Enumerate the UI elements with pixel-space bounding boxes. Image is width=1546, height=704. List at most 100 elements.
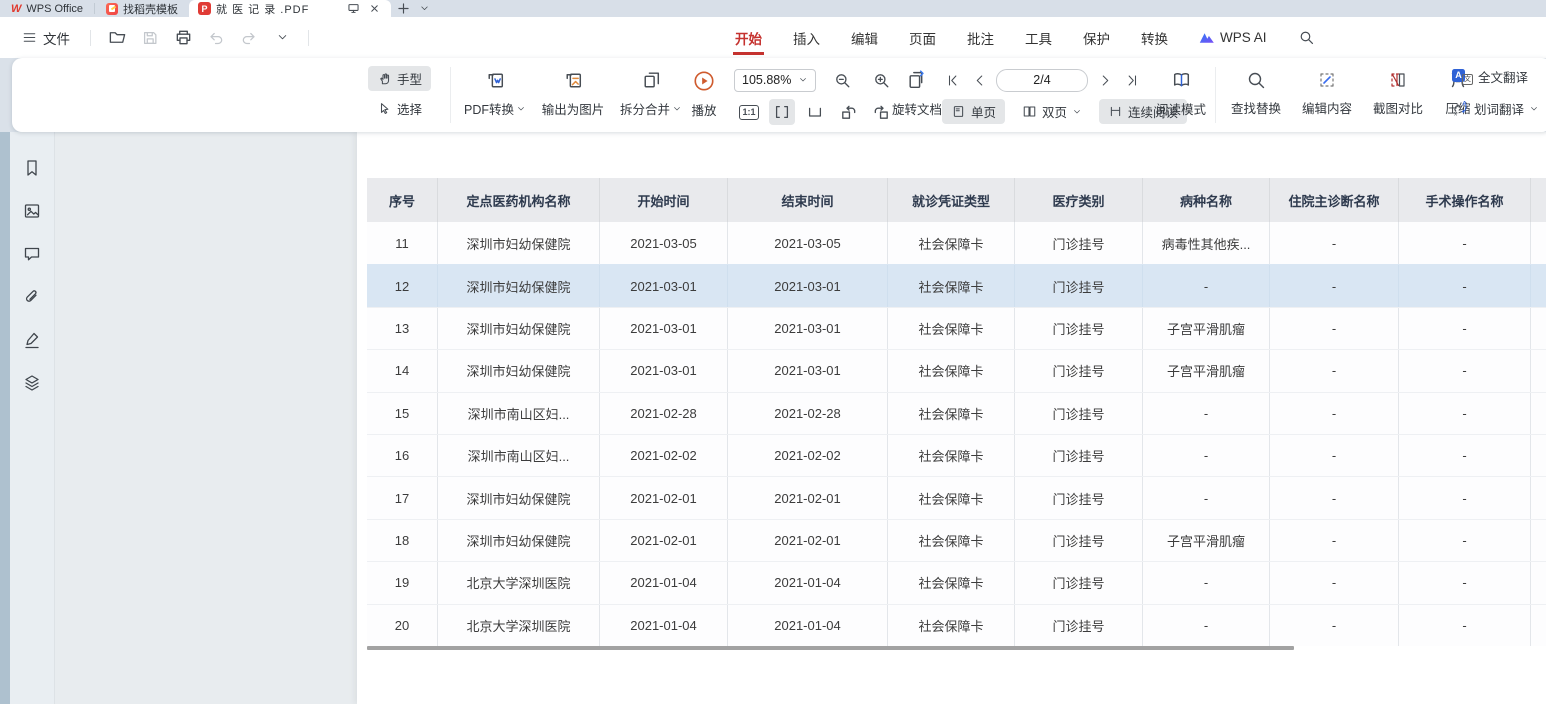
- fit-width-button[interactable]: [769, 99, 795, 125]
- thumbnail-icon[interactable]: [20, 199, 44, 223]
- comment-icon[interactable]: [20, 242, 44, 266]
- menu-item-protect[interactable]: 保护: [1081, 17, 1112, 58]
- tab-document-pdf[interactable]: P 就 医 记 录 .PDF: [189, 0, 391, 17]
- open-file-icon[interactable]: [105, 26, 129, 50]
- wps-logo-icon: W: [11, 3, 21, 15]
- table-cell: 2021-03-01: [600, 265, 728, 306]
- tab-wps-office[interactable]: W WPS Office: [0, 0, 94, 17]
- column-header: 结束时间: [728, 178, 888, 222]
- column-header: 手术操作名称: [1399, 178, 1531, 222]
- single-page-view-button[interactable]: 单页: [942, 99, 1005, 124]
- search-icon[interactable]: [1296, 17, 1317, 58]
- print-icon[interactable]: [171, 26, 195, 50]
- monitor-icon[interactable]: [345, 0, 361, 17]
- medical-records-table: 序号定点医药机构名称开始时间结束时间就诊凭证类型医疗类别病种名称住院主诊断名称手…: [367, 178, 1546, 646]
- play-slideshow-button[interactable]: 播放: [680, 58, 728, 119]
- undo-icon[interactable]: [204, 26, 228, 50]
- read-mode-button[interactable]: 阅读模式: [1150, 58, 1212, 118]
- full-text-translate-button[interactable]: A文 全文翻译: [1452, 67, 1528, 86]
- first-page-icon[interactable]: [942, 67, 962, 93]
- bookmark-icon[interactable]: [20, 156, 44, 180]
- rotate-left-icon[interactable]: [835, 99, 861, 125]
- screenshot-compare-button[interactable]: 截图对比: [1366, 58, 1430, 132]
- chevron-down-icon: [516, 104, 526, 114]
- table-cell: 门诊挂号: [1015, 393, 1143, 434]
- file-menu-button[interactable]: 文件: [16, 24, 76, 52]
- table-bottom-edge: [367, 646, 1294, 650]
- main-area: 序号定点医药机构名称开始时间结束时间就诊凭证类型医疗类别病种名称住院主诊断名称手…: [0, 132, 1546, 704]
- table-cell: -: [1270, 477, 1399, 518]
- menu-item-edit[interactable]: 编辑: [849, 17, 880, 58]
- table-cell: 社会保障卡: [888, 350, 1015, 391]
- edit-content-icon: [1316, 69, 1338, 91]
- table-cell: 社会保障卡: [888, 393, 1015, 434]
- table-cell: 2021-02-28: [728, 393, 888, 434]
- main-menu: 开始 插入 编辑 页面 批注 工具 保护 转换 WPS AI: [733, 17, 1317, 58]
- table-row: 18深圳市妇幼保健院2021-02-012021-02-01社会保障卡门诊挂号子…: [367, 519, 1546, 561]
- table-cell: 11: [367, 222, 438, 264]
- fit-page-button[interactable]: [802, 99, 828, 125]
- table-cell: -: [1399, 605, 1531, 646]
- table-cell: 2021-03-01: [728, 350, 888, 391]
- table-cell: 2021-01-04: [600, 605, 728, 646]
- menu-item-tools[interactable]: 工具: [1023, 17, 1054, 58]
- actual-size-button[interactable]: 1:1: [736, 99, 762, 125]
- table-cell: 社会保障卡: [888, 308, 1015, 349]
- page-number-input[interactable]: 2/4: [996, 69, 1088, 92]
- pdf-convert-button[interactable]: PDF转换: [459, 58, 531, 132]
- find-replace-button[interactable]: 查找替换: [1224, 58, 1288, 132]
- zoom-out-icon[interactable]: [829, 67, 855, 93]
- menu-item-page[interactable]: 页面: [907, 17, 938, 58]
- table-cell: 门诊挂号: [1015, 222, 1143, 264]
- table-cell: 社会保障卡: [888, 265, 1015, 306]
- svg-text:A: A: [1462, 101, 1467, 108]
- table-cell: 2021-02-02: [728, 435, 888, 476]
- tab-bar: W WPS Office 找稻壳模板 P 就 医 记 录 .PDF: [0, 0, 1546, 17]
- column-header: 序号: [367, 178, 438, 222]
- edit-content-button[interactable]: 编辑内容: [1295, 58, 1359, 132]
- table-row: 11深圳市妇幼保健院2021-03-052021-03-05社会保障卡门诊挂号病…: [367, 222, 1546, 264]
- table-cell: -: [1399, 350, 1531, 391]
- tab-docer-templates[interactable]: 找稻壳模板: [95, 0, 189, 17]
- table-cell: -: [1399, 477, 1531, 518]
- attachment-icon[interactable]: [20, 285, 44, 309]
- close-tab-icon[interactable]: [366, 0, 382, 17]
- export-as-image-button[interactable]: 输出为图片: [535, 58, 611, 132]
- double-page-view-button[interactable]: 双页: [1013, 99, 1091, 124]
- table-cell: [1531, 520, 1546, 561]
- hand-tool-button[interactable]: 手型: [368, 66, 431, 91]
- redo-icon[interactable]: [237, 26, 261, 50]
- tab-list-chevron-icon[interactable]: [415, 0, 433, 17]
- table-cell: 2021-02-02: [600, 435, 728, 476]
- layers-icon[interactable]: [20, 371, 44, 395]
- table-cell: 2021-03-05: [600, 222, 728, 264]
- menu-item-convert[interactable]: 转换: [1139, 17, 1170, 58]
- tab-label: 找稻壳模板: [123, 1, 178, 17]
- menu-item-insert[interactable]: 插入: [791, 17, 822, 58]
- panel-grip[interactable]: [0, 132, 10, 704]
- more-commands-chevron-icon[interactable]: [270, 26, 294, 50]
- zoom-level-select[interactable]: 105.88%: [734, 69, 816, 92]
- single-page-icon: [951, 104, 966, 119]
- menu-item-home[interactable]: 开始: [733, 17, 764, 58]
- table-cell: -: [1270, 265, 1399, 306]
- last-page-icon[interactable]: [1122, 67, 1142, 93]
- table-cell: 门诊挂号: [1015, 605, 1143, 646]
- save-icon[interactable]: [138, 26, 162, 50]
- previous-page-icon[interactable]: [969, 67, 989, 93]
- table-row: 20北京大学深圳医院2021-01-042021-01-04社会保障卡门诊挂号-…: [367, 604, 1546, 646]
- new-tab-button[interactable]: [391, 0, 415, 17]
- select-tool-button[interactable]: 选择: [368, 96, 431, 121]
- table-row: 19北京大学深圳医院2021-01-042021-01-04社会保障卡门诊挂号-…: [367, 561, 1546, 603]
- rotate-document-button[interactable]: 旋转文档: [884, 58, 950, 118]
- table-cell: 社会保障卡: [888, 562, 1015, 603]
- table-cell: -: [1270, 222, 1399, 264]
- word-translate-button[interactable]: x A 划词翻译: [1452, 99, 1539, 118]
- menu-item-wps-ai[interactable]: WPS AI: [1197, 17, 1269, 58]
- signature-pen-icon[interactable]: [20, 328, 44, 352]
- menu-item-comment[interactable]: 批注: [965, 17, 996, 58]
- next-page-icon[interactable]: [1095, 67, 1115, 93]
- continuous-reading-icon: [1108, 104, 1123, 119]
- split-merge-button[interactable]: 拆分合并: [615, 58, 687, 132]
- table-cell: 深圳市妇幼保健院: [438, 308, 600, 349]
